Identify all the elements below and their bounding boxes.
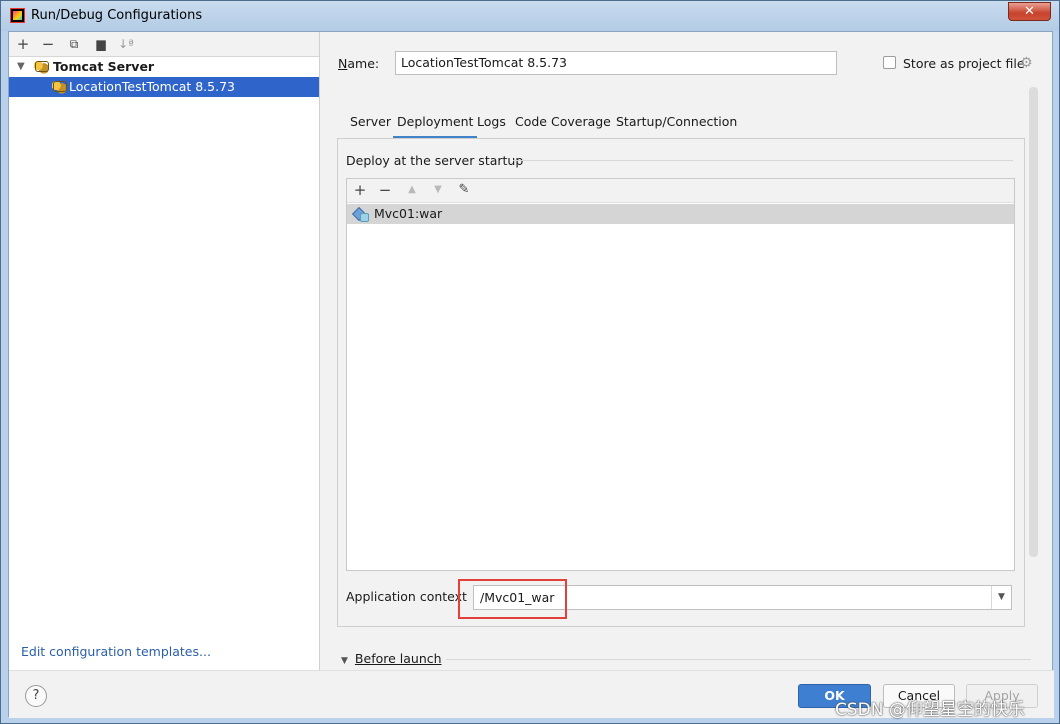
tab-server[interactable]: Server <box>350 114 391 129</box>
tree-item-location-test-tomcat[interactable]: LocationTestTomcat 8.5.73 <box>9 77 319 97</box>
vertical-scrollbar[interactable] <box>1029 87 1038 557</box>
application-context-label: Application context <box>346 589 467 604</box>
application-context-combo[interactable]: /Mvc01_war ▼ <box>473 585 1012 610</box>
name-field[interactable]: LocationTestTomcat 8.5.73 <box>395 51 837 75</box>
watermark-text: CSDN @仰望星空的快乐 <box>835 700 1025 720</box>
edit-configuration-templates-link[interactable]: Edit configuration templates... <box>21 644 211 659</box>
deploy-section-title: Deploy at the server startup <box>346 153 524 168</box>
add-icon[interactable]: + <box>352 182 368 198</box>
window-title: Run/Debug Configurations <box>31 8 203 23</box>
title-bar[interactable]: Run/Debug Configurations ✕ <box>1 1 1059 31</box>
tab-deployment[interactable]: Deployment <box>392 114 478 139</box>
store-as-project-file-checkbox[interactable] <box>883 56 896 69</box>
dialog-window: Run/Debug Configurations ✕ + − ⧉ ▆ ↓ª ▼ … <box>0 0 1060 724</box>
configurations-tree-panel: + − ⧉ ▆ ↓ª ▼ Tomcat Server LocationTestT… <box>9 32 320 670</box>
tomcat-icon <box>52 80 67 94</box>
section-divider <box>446 659 1031 660</box>
folder-icon[interactable]: ▆ <box>93 36 109 52</box>
remove-icon[interactable]: − <box>40 36 56 52</box>
sort-icon[interactable]: ↓ª <box>118 36 134 52</box>
name-label: Name: <box>338 56 380 71</box>
help-button[interactable]: ? <box>25 685 47 707</box>
tab-startup-connection[interactable]: Startup/Connection <box>616 114 737 129</box>
edit-pencil-icon[interactable]: ✎ <box>456 182 472 198</box>
section-divider <box>513 160 1013 161</box>
war-artifact-icon <box>354 207 369 222</box>
add-icon[interactable]: + <box>15 36 31 52</box>
before-launch-section[interactable]: ▼ Before launch <box>341 651 442 666</box>
gear-icon[interactable]: ⚙ <box>1020 56 1034 70</box>
configuration-editor: Name: LocationTestTomcat 8.5.73 Store as… <box>321 32 1054 670</box>
application-context-value[interactable]: /Mvc01_war <box>480 590 554 605</box>
copy-icon[interactable]: ⧉ <box>66 36 82 52</box>
tree-group-tomcat-server[interactable]: ▼ Tomcat Server <box>9 57 319 77</box>
tree-item-label: LocationTestTomcat 8.5.73 <box>69 79 235 94</box>
chevron-down-icon[interactable]: ▼ <box>341 656 348 666</box>
tab-logs[interactable]: Logs <box>477 114 506 129</box>
store-as-project-file-label[interactable]: Store as project file <box>903 56 1025 71</box>
deployment-toolbar: + − ▲ ▼ ✎ <box>347 179 1014 203</box>
dialog-content: + − ⧉ ▆ ↓ª ▼ Tomcat Server LocationTestT… <box>8 31 1054 718</box>
chevron-down-icon[interactable]: ▼ <box>991 586 1011 609</box>
chevron-down-icon[interactable]: ▼ <box>17 57 25 77</box>
remove-icon[interactable]: − <box>377 182 393 198</box>
artifact-label: Mvc01:war <box>374 206 443 221</box>
move-up-icon[interactable]: ▲ <box>404 182 420 198</box>
tab-code-coverage[interactable]: Code Coverage <box>515 114 611 129</box>
close-button[interactable]: ✕ <box>1008 2 1051 21</box>
list-item[interactable]: Mvc01:war <box>347 204 1014 224</box>
deployment-list[interactable]: + − ▲ ▼ ✎ Mvc01:war <box>346 178 1015 571</box>
before-launch-label: Before launch <box>354 651 442 666</box>
tree-group-label: Tomcat Server <box>53 59 155 74</box>
tree-toolbar: + − ⧉ ▆ ↓ª <box>9 32 319 57</box>
intellij-app-icon <box>10 8 25 23</box>
tomcat-icon <box>34 60 49 74</box>
move-down-icon[interactable]: ▼ <box>430 182 446 198</box>
deployment-tab-content: Deploy at the server startup + − ▲ ▼ ✎ M… <box>337 138 1025 627</box>
